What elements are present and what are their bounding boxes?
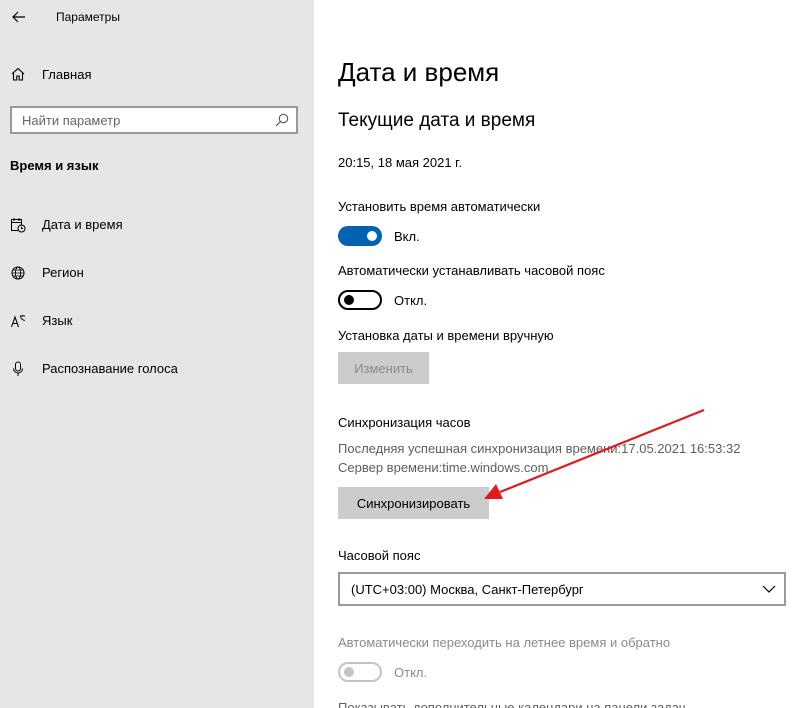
sidebar: Параметры Главная Время и язык Дата и вр… [0, 0, 314, 708]
toggle-knob [344, 295, 354, 305]
chevron-down-icon [762, 585, 776, 593]
sync-now-button[interactable]: Синхронизировать [338, 487, 489, 519]
sidebar-item-date-time[interactable]: Дата и время [0, 207, 314, 243]
additional-calendars-label: Показывать дополнительные календари на п… [338, 700, 686, 708]
toggle-knob [367, 231, 377, 241]
microphone-icon [13, 361, 23, 376]
globe-icon [11, 266, 25, 280]
sidebar-item-label: Регион [42, 265, 84, 280]
change-button[interactable]: Изменить [338, 352, 429, 384]
sidebar-item-region[interactable]: Регион [0, 255, 314, 291]
search-box [10, 106, 298, 134]
auto-timezone-state: Откл. [394, 293, 428, 308]
page-title: Дата и время [338, 57, 500, 87]
main-content: Дата и время Текущие дата и время 20:15,… [314, 0, 795, 708]
dst-toggle[interactable] [338, 662, 382, 682]
current-date-time-value: 20:15, 18 мая 2021 г. [338, 155, 462, 170]
sidebar-item-language[interactable]: Язык [0, 303, 314, 339]
toggle-knob [344, 667, 354, 677]
manual-datetime-label: Установка даты и времени вручную [338, 328, 554, 343]
calendar-clock-icon [11, 218, 26, 233]
language-icon [10, 315, 25, 328]
window-title: Параметры [56, 10, 120, 24]
sidebar-item-speech[interactable]: Распознавание голоса [0, 351, 314, 387]
auto-timezone-label: Автоматически устанавливать часовой пояс [338, 263, 605, 278]
last-sync-text: Последняя успешная синхронизация времени… [338, 441, 741, 456]
sync-title: Синхронизация часов [338, 415, 471, 430]
title-bar: Параметры [0, 0, 314, 34]
timezone-dropdown[interactable]: (UTC+03:00) Москва, Санкт-Петербург [338, 572, 786, 606]
current-date-time-heading: Текущие дата и время [338, 110, 536, 131]
dst-state: Откл. [394, 665, 428, 680]
back-button[interactable] [8, 6, 30, 28]
auto-time-state: Вкл. [394, 229, 420, 244]
sidebar-item-home[interactable]: Главная [0, 58, 314, 90]
timezone-label: Часовой пояс [338, 548, 421, 563]
timezone-value: (UTC+03:00) Москва, Санкт-Петербург [351, 582, 584, 597]
sidebar-item-label: Язык [42, 313, 73, 328]
auto-time-toggle[interactable] [338, 226, 382, 246]
back-arrow-icon [12, 11, 25, 23]
section-title: Время и язык [10, 158, 99, 173]
search-input[interactable] [12, 108, 262, 132]
time-server-text: Сервер времени:time.windows.com [338, 460, 549, 475]
auto-timezone-toggle[interactable] [338, 290, 382, 310]
auto-time-label: Установить время автоматически [338, 199, 541, 214]
sidebar-item-label: Дата и время [42, 217, 123, 232]
sidebar-item-label: Распознавание голоса [42, 361, 178, 376]
home-icon [11, 67, 25, 81]
search-icon[interactable] [274, 112, 290, 128]
dst-label: Автоматически переходить на летнее время… [338, 635, 671, 650]
sidebar-item-label: Главная [42, 67, 92, 82]
